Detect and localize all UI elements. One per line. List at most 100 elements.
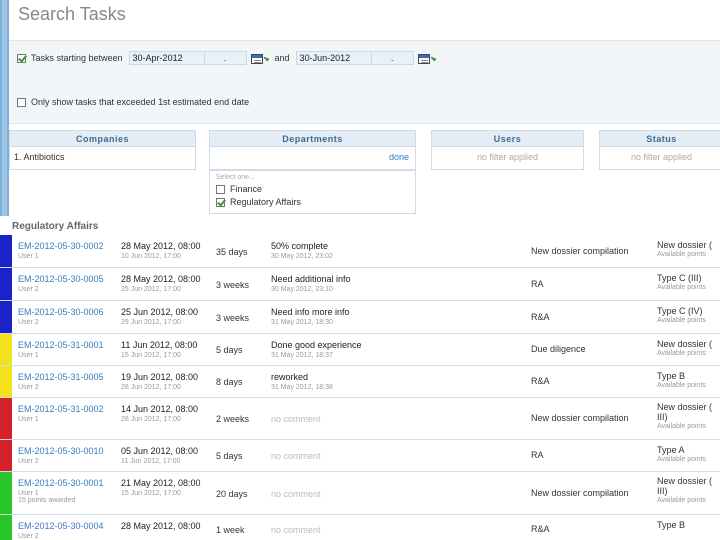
task-available-points: Available points [657, 317, 706, 324]
task-user: User 2 [18, 286, 39, 293]
task-date-cell: 11 Jun 2012, 08:00 15 Jun 2012, 17:00 [121, 340, 206, 359]
task-user: User 2 [18, 458, 39, 465]
dept-option-finance[interactable]: Finance [216, 184, 409, 194]
task-type: Type C (IV) [657, 306, 703, 316]
table-row[interactable]: EM-2012-05-30-0006 User 2 25 Jun 2012, 08:… [0, 301, 720, 334]
task-id-cell: EM-2012-05-31-0001 User 1 [18, 340, 114, 359]
companies-filter[interactable]: Companies 1. Antibiotics [9, 130, 196, 170]
task-duration: 3 weeks [216, 313, 250, 323]
task-id-link[interactable]: EM-2012-05-30-0001 [18, 478, 114, 488]
departments-done-link[interactable]: done [210, 147, 415, 167]
task-id-link[interactable]: EM-2012-05-30-0006 [18, 307, 114, 317]
table-row[interactable]: EM-2012-05-30-0004 User 2 28 May 2012, 08:… [0, 515, 720, 540]
exceeded-checkbox[interactable] [17, 97, 26, 107]
task-id-link[interactable]: EM-2012-05-31-0002 [18, 404, 114, 414]
table-row[interactable]: EM-2012-05-31-0001 User 1 11 Jun 2012, 08:… [0, 334, 720, 366]
start-time-input[interactable]: . [204, 51, 247, 65]
task-note-date: 31 May 2012, 18:37 [271, 352, 333, 359]
task-department: RA [531, 279, 544, 289]
table-row[interactable]: EM-2012-05-30-0005 User 2 28 May 2012, 08:… [0, 268, 720, 301]
task-id-cell: EM-2012-05-30-0010 User 2 [18, 446, 114, 465]
task-end-date: 25 Jun 2012, 17:00 [121, 286, 181, 293]
status-marker-yellow [0, 334, 12, 365]
end-time-input[interactable]: . [371, 51, 414, 65]
task-note-cell: no comment [271, 446, 401, 463]
task-id-cell: EM-2012-05-31-0005 User 2 [18, 372, 114, 391]
task-start-date: 28 May 2012, 08:00 [121, 241, 201, 251]
task-note: Need info more info [271, 307, 350, 317]
task-duration: 35 days [216, 247, 248, 257]
task-user-extra: 15 points awarded [18, 497, 76, 504]
status-marker-green [0, 472, 12, 514]
filter-panel: Tasks starting between 30-Apr-2012 . and… [9, 40, 720, 124]
task-type-cont: III) [657, 412, 668, 422]
start-calendar-icon[interactable] [250, 52, 269, 65]
task-type-cell: New dossier (Available points [657, 339, 720, 357]
task-note: Done good experience [271, 340, 362, 350]
table-row[interactable]: EM-2012-05-30-0010 User 2 05 Jun 2012, 08:… [0, 440, 720, 472]
date-range-checkbox[interactable] [17, 53, 26, 63]
section-title: Regulatory Affairs [12, 221, 99, 232]
task-available-points: Available points [657, 456, 706, 463]
regulatory-label: Regulatory Affairs [230, 197, 301, 207]
task-type: New dossier ( [657, 402, 713, 412]
task-id-cell: EM-2012-05-30-0001 User 1 15 points awarde… [18, 478, 114, 504]
users-header: Users [432, 131, 583, 147]
task-note-cell: Need additional info 30 May 2012, 23:10 [271, 274, 401, 293]
departments-header: Departments [210, 131, 415, 147]
task-department: New dossier compilation [531, 488, 629, 498]
task-type-cell: New dossier (III) Available points [657, 402, 720, 430]
task-id-link[interactable]: EM-2012-05-30-0002 [18, 241, 114, 251]
left-accent-strip-inner [2, 0, 7, 216]
task-start-date: 11 Jun 2012, 08:00 [121, 340, 198, 350]
table-row[interactable]: EM-2012-05-31-0002 User 1 14 Jun 2012, 08:… [0, 398, 720, 440]
task-type: Type B [657, 520, 686, 530]
task-start-date: 19 Jun 2012, 08:00 [121, 372, 199, 382]
task-department: R&A [531, 524, 550, 534]
dept-option-regulatory[interactable]: Regulatory Affairs [216, 197, 409, 207]
exceeded-label: Only show tasks that exceeded 1st estima… [31, 97, 250, 107]
task-user: User 2 [18, 319, 39, 326]
task-duration: 3 weeks [216, 280, 250, 290]
task-user: User 2 [18, 384, 39, 391]
regulatory-checkbox[interactable] [216, 197, 225, 207]
task-note-cell: no comment [271, 404, 401, 426]
status-marker-red [0, 398, 12, 439]
users-filter[interactable]: Users no filter applied [431, 130, 584, 170]
task-id-link[interactable]: EM-2012-05-31-0001 [18, 340, 114, 350]
end-calendar-icon[interactable] [417, 52, 436, 65]
date-range-label: Tasks starting between [31, 53, 123, 63]
finance-checkbox[interactable] [216, 184, 225, 194]
task-available-points: Available points [657, 497, 706, 504]
task-department: New dossier compilation [531, 246, 629, 256]
task-note: no comment [271, 489, 321, 499]
table-row[interactable]: EM-2012-05-31-0005 User 2 19 Jun 2012, 08:… [0, 366, 720, 398]
start-date-input[interactable]: 30-Apr-2012 [128, 51, 205, 65]
table-row[interactable]: EM-2012-05-30-0002 User 1 28 May 2012, 08:… [0, 235, 720, 268]
status-filter[interactable]: Status no filter applied [599, 130, 720, 170]
task-start-date: 05 Jun 2012, 08:00 [121, 446, 199, 456]
task-id-link[interactable]: EM-2012-05-31-0005 [18, 372, 114, 382]
task-end-date: 29 Jun 2012, 17:00 [121, 319, 181, 326]
status-marker-blue [0, 301, 12, 333]
task-id-link[interactable]: EM-2012-05-30-0005 [18, 274, 114, 284]
table-row[interactable]: EM-2012-05-30-0001 User 1 15 points awarde… [0, 472, 720, 515]
task-id-link[interactable]: EM-2012-05-30-0010 [18, 446, 114, 456]
task-type: Type C (III) [657, 273, 702, 283]
task-type-cell: New dossier (Available points [657, 240, 720, 258]
users-value: no filter applied [476, 152, 539, 162]
task-duration: 2 weeks [216, 414, 250, 424]
task-note-date: 31 May 2012, 18:30 [271, 319, 333, 326]
task-note: no comment [271, 414, 321, 424]
task-id-cell: EM-2012-05-30-0004 User 2 [18, 521, 114, 540]
task-end-date: 28 Jun 2012, 17:00 [121, 384, 181, 391]
task-date-cell: 14 Jun 2012, 08:00 28 Jun 2012, 17:00 [121, 404, 206, 423]
departments-filter[interactable]: Departments done [209, 130, 416, 170]
task-available-points: Available points [657, 423, 706, 430]
date-range-filter: Tasks starting between 30-Apr-2012 . and… [17, 51, 436, 65]
task-department: Due diligence [531, 344, 586, 354]
task-type: New dossier ( [657, 339, 713, 349]
task-id-link[interactable]: EM-2012-05-30-0004 [18, 521, 114, 531]
task-note-cell: reworked 31 May 2012, 18:38 [271, 372, 401, 391]
end-date-input[interactable]: 30-Jun-2012 [295, 51, 372, 65]
